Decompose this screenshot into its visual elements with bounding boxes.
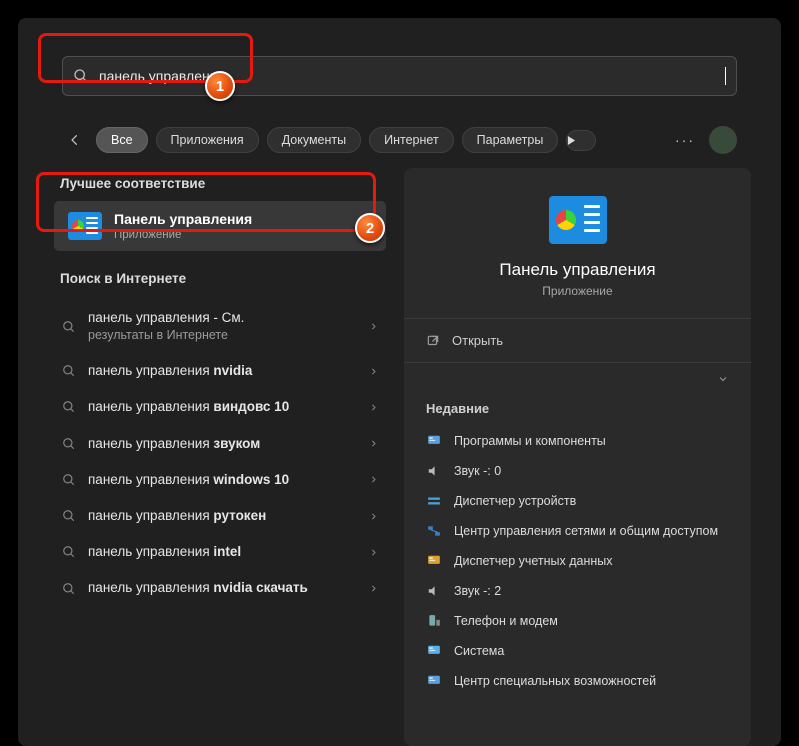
chevron-right-icon (369, 439, 378, 448)
filter-bar: Все Приложения Документы Интернет Параме… (62, 122, 737, 158)
chevron-right-icon (369, 322, 378, 331)
web-result-item[interactable]: панель управления nvidia (48, 353, 392, 389)
recent-item[interactable]: Система (412, 636, 743, 666)
web-result-item[interactable]: панель управления рутокен (48, 498, 392, 534)
filter-more[interactable] (566, 130, 596, 151)
search-input[interactable] (99, 68, 725, 84)
chevron-right-icon (369, 548, 378, 557)
annotation-marker-1: 1 (205, 71, 235, 101)
search-icon (62, 320, 76, 334)
web-result-item[interactable]: панель управления звуком (48, 426, 392, 462)
credentials-icon (426, 553, 442, 569)
sound-icon (426, 583, 442, 599)
recent-item-label: Центр управления сетями и общим доступом (454, 524, 718, 538)
filter-web[interactable]: Интернет (369, 127, 454, 153)
web-result-text: панель управления nvidia (88, 362, 357, 380)
phone-icon (426, 613, 442, 629)
web-results-list: панель управления - См.результаты в Инте… (48, 300, 392, 607)
best-match-title: Панель управления (114, 211, 252, 227)
web-result-item[interactable]: панель управления виндовс 10 (48, 389, 392, 425)
web-result-text: панель управления - См.результаты в Инте… (88, 309, 357, 344)
chevron-right-icon (369, 475, 378, 484)
preview-panel: Панель управления Приложение Открыть Нед… (404, 168, 751, 746)
chevron-right-icon (369, 512, 378, 521)
search-icon (62, 545, 76, 559)
annotation-marker-2: 2 (355, 213, 385, 243)
recent-item[interactable]: Звук -: 0 (412, 456, 743, 486)
recent-item[interactable]: Центр специальных возможностей (412, 666, 743, 696)
filter-apps[interactable]: Приложения (156, 127, 259, 153)
programs-icon (426, 433, 442, 449)
best-match-subtitle: Приложение (114, 229, 252, 241)
results-panel: Лучшее соответствие Панель управления Пр… (48, 168, 400, 746)
recent-item-label: Звук -: 0 (454, 464, 501, 478)
recent-item[interactable]: Центр управления сетями и общим доступом (412, 516, 743, 546)
back-button[interactable] (62, 127, 88, 153)
web-result-text: панель управления intel (88, 543, 357, 561)
filter-docs[interactable]: Документы (267, 127, 361, 153)
search-icon (73, 68, 89, 84)
devices-icon (426, 493, 442, 509)
preview-title: Панель управления (499, 260, 655, 280)
recent-item[interactable]: Звук -: 2 (412, 576, 743, 606)
text-cursor (725, 67, 726, 85)
recent-item-label: Система (454, 644, 504, 658)
chevron-right-icon (369, 403, 378, 412)
recent-item[interactable]: Программы и компоненты (412, 426, 743, 456)
preview-subtitle: Приложение (542, 284, 612, 298)
chevron-down-icon (717, 373, 729, 385)
recent-item-label: Центр специальных возможностей (454, 674, 656, 688)
section-best-match: Лучшее соответствие (48, 168, 392, 201)
web-result-item[interactable]: панель управления - См.результаты в Инте… (48, 300, 392, 353)
best-match-item[interactable]: Панель управления Приложение (54, 201, 386, 251)
web-result-text: панель управления рутокен (88, 507, 357, 525)
play-icon (567, 136, 576, 145)
open-label: Открыть (452, 333, 503, 348)
network-icon (426, 523, 442, 539)
recent-item-label: Телефон и модем (454, 614, 558, 628)
recent-item-label: Диспетчер учетных данных (454, 554, 613, 568)
control-panel-icon (68, 212, 102, 240)
expand-row[interactable] (404, 363, 751, 391)
sound-icon (426, 463, 442, 479)
system-icon (426, 643, 442, 659)
web-result-text: панель управления звуком (88, 435, 357, 453)
recent-item[interactable]: Телефон и модем (412, 606, 743, 636)
open-icon (426, 334, 440, 348)
open-action[interactable]: Открыть (404, 319, 751, 362)
web-result-item[interactable]: панель управления windows 10 (48, 462, 392, 498)
search-icon (62, 582, 76, 596)
section-recent: Недавние (404, 391, 751, 426)
web-result-text: панель управления виндовс 10 (88, 398, 357, 416)
recent-item-label: Программы и компоненты (454, 434, 606, 448)
overflow-button[interactable]: ··· (669, 132, 701, 148)
filter-all[interactable]: Все (96, 127, 148, 153)
recent-item-label: Звук -: 2 (454, 584, 501, 598)
account-avatar[interactable] (709, 126, 737, 154)
recent-item-label: Диспетчер устройств (454, 494, 576, 508)
search-icon (62, 437, 76, 451)
recent-item[interactable]: Диспетчер устройств (412, 486, 743, 516)
web-result-text: панель управления nvidia скачать (88, 579, 357, 597)
search-icon (62, 509, 76, 523)
search-bar[interactable] (62, 56, 737, 96)
search-window: Все Приложения Документы Интернет Параме… (18, 18, 781, 746)
chevron-right-icon (369, 584, 378, 593)
web-result-text: панель управления windows 10 (88, 471, 357, 489)
search-icon (62, 364, 76, 378)
search-icon (62, 473, 76, 487)
access-icon (426, 673, 442, 689)
recent-item[interactable]: Диспетчер учетных данных (412, 546, 743, 576)
filter-settings[interactable]: Параметры (462, 127, 559, 153)
recent-list: Программы и компоненты Звук -: 0 Диспетчер… (404, 426, 751, 696)
section-web-search: Поиск в Интернете (48, 263, 392, 296)
preview-app-icon (549, 196, 607, 244)
web-result-item[interactable]: панель управления nvidia скачать (48, 570, 392, 606)
web-result-item[interactable]: панель управления intel (48, 534, 392, 570)
chevron-right-icon (369, 367, 378, 376)
search-icon (62, 400, 76, 414)
